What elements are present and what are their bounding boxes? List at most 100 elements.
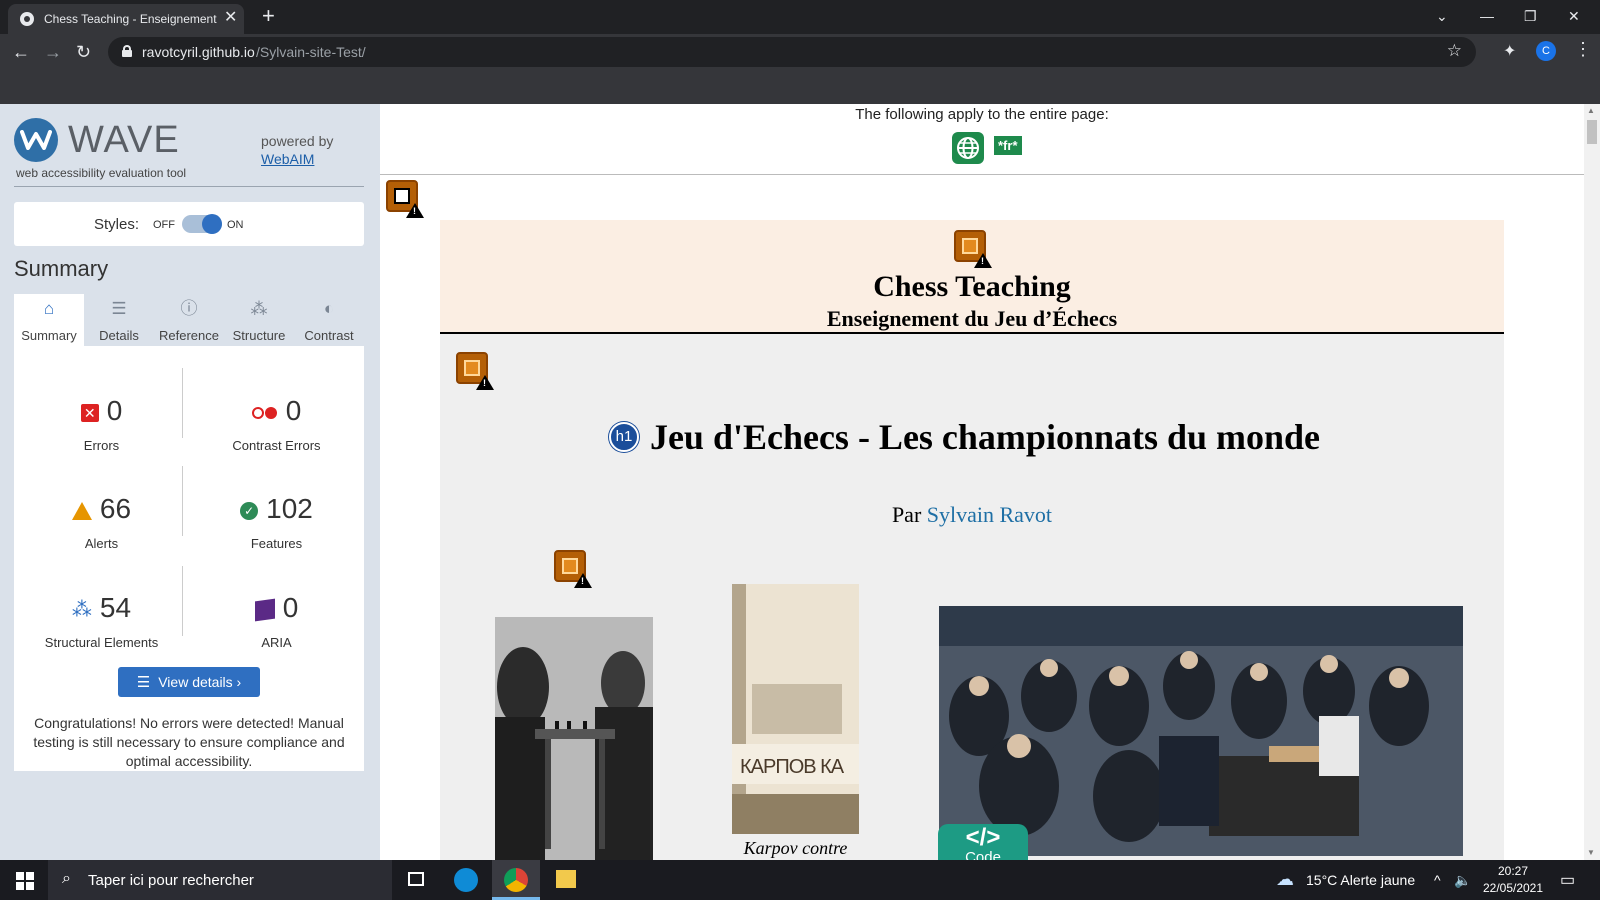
- wave-sidebar: WAVE web accessibility evaluation tool p…: [0, 104, 380, 860]
- stat-aria[interactable]: 0 ARIA: [189, 583, 364, 673]
- stat-errors[interactable]: ✕ 0 Errors: [14, 386, 189, 476]
- task-view-icon[interactable]: [392, 860, 440, 900]
- wave-logo-text: WAVE: [68, 119, 180, 161]
- notification-icon[interactable]: ▭: [1560, 870, 1575, 890]
- warning-icon: [974, 253, 992, 268]
- error-icon: ✕: [80, 403, 99, 422]
- main-content: Chess Teaching Enseignement du Jeu d’Éch…: [440, 220, 1504, 860]
- tab-label: Reference: [159, 328, 219, 343]
- site-header: Chess Teaching Enseignement du Jeu d’Éch…: [440, 220, 1504, 334]
- press-photo: [939, 606, 1463, 856]
- powered-by: powered by WebAIM: [261, 132, 333, 168]
- toggle-knob: [202, 214, 222, 234]
- extensions-puzzle-icon[interactable]: ✦: [1503, 41, 1516, 61]
- address-bar[interactable]: ravotcyril.github.io /Sylvain-site-Test/…: [108, 37, 1476, 67]
- wave-logo-icon: [14, 118, 58, 162]
- view-details-label: View details ›: [158, 674, 242, 690]
- alerts-label: Alerts: [84, 536, 119, 551]
- clock-date: 22/05/2021: [1482, 881, 1544, 895]
- reload-icon[interactable]: ↻: [76, 41, 91, 63]
- aria-cube-icon: [254, 598, 275, 622]
- tray-chevron-icon[interactable]: ^: [1434, 872, 1441, 888]
- edge-logo: [454, 868, 478, 892]
- page-scrollbar[interactable]: ▲ ▼: [1584, 104, 1600, 860]
- scroll-up-icon[interactable]: ▲: [1587, 106, 1595, 115]
- divider: [14, 186, 364, 187]
- warning-icon: [476, 375, 494, 390]
- byline-prefix: Par: [891, 502, 927, 527]
- karpov-photo: КАРПОВ КА: [732, 584, 859, 834]
- stat-contrast-errors[interactable]: 0 Contrast Errors: [189, 386, 364, 476]
- scroll-down-icon[interactable]: ▼: [1587, 848, 1595, 857]
- chrome-icon[interactable]: [492, 860, 540, 900]
- feature-check-icon: ✓: [240, 501, 259, 520]
- restore-icon[interactable]: ❐: [1524, 4, 1537, 28]
- stat-structural[interactable]: ⁂ 54 Structural Elements: [14, 583, 189, 673]
- code-view-button[interactable]: </> Code: [938, 824, 1028, 860]
- stat-features[interactable]: ✓ 102 Features: [189, 484, 364, 574]
- warning-icon: [574, 573, 592, 588]
- list-icon: ☰: [136, 674, 151, 691]
- tab-summary[interactable]: ⌂ Summary: [14, 294, 84, 346]
- tab-details[interactable]: ☰ Details: [84, 294, 154, 346]
- new-tab-button[interactable]: +: [262, 4, 275, 28]
- alerts-count: 66: [99, 493, 132, 524]
- close-window-icon[interactable]: ✕: [1568, 4, 1580, 28]
- layout-table-alert-icon[interactable]: [554, 550, 592, 588]
- tab-search-icon[interactable]: ⌄: [1436, 4, 1448, 28]
- divider: [380, 174, 1584, 175]
- browser-tab[interactable]: Chess Teaching - Enseignement du Jeu d'É…: [8, 4, 244, 34]
- contrast-error-icon: [251, 406, 278, 420]
- close-tab-icon[interactable]: ✕: [224, 9, 237, 27]
- bookmark-star-icon[interactable]: ☆: [1447, 41, 1462, 61]
- forward-icon[interactable]: →: [44, 41, 62, 63]
- broken-image-alert-icon[interactable]: [386, 180, 424, 218]
- scroll-thumb[interactable]: [1587, 120, 1597, 144]
- tab-title: Chess Teaching - Enseignement du Jeu d'É…: [44, 12, 220, 26]
- layout-table-alert-icon[interactable]: [954, 230, 992, 268]
- edge-icon[interactable]: [442, 860, 490, 900]
- minimize-icon[interactable]: —: [1480, 4, 1494, 28]
- tab-reference[interactable]: ⓘ Reference: [154, 294, 224, 346]
- weather-text[interactable]: 15°C Alerte jaune: [1306, 872, 1415, 888]
- volume-icon[interactable]: 🔈: [1454, 872, 1471, 889]
- file-explorer-icon[interactable]: [542, 860, 590, 900]
- windows-start-icon[interactable]: [16, 872, 34, 890]
- profile-avatar[interactable]: C: [1536, 41, 1556, 61]
- photo-sign-text: КАРПОВ КА: [740, 756, 844, 778]
- congrats-message: Congratulations! No errors were detected…: [33, 715, 345, 769]
- taskbar-search[interactable]: ⌕ Taper ici pour rechercher: [48, 860, 392, 900]
- tab-label: Summary: [21, 328, 77, 343]
- clock-time: 20:27: [1497, 864, 1529, 878]
- table-frame: [464, 360, 480, 376]
- apply-text: The following apply to the entire page:: [855, 106, 1109, 123]
- wave-tabs: ⌂ Summary ☰ Details ⓘ Reference ⁂ Struct…: [14, 294, 364, 346]
- language-badge[interactable]: *fr*: [994, 136, 1022, 155]
- tab-structure[interactable]: ⁂ Structure: [224, 294, 294, 346]
- styles-toggle[interactable]: [182, 214, 222, 234]
- browser-tab-strip: Chess Teaching - Enseignement du Jeu d'É…: [0, 0, 1600, 34]
- photo-caption: Karpov contre: [743, 838, 848, 858]
- powered-by-label: powered by: [261, 133, 334, 149]
- stat-alerts[interactable]: 66 Alerts: [14, 484, 189, 574]
- contrast-errors-label: Contrast Errors: [232, 438, 321, 453]
- layout-table-alert-icon[interactable]: [456, 352, 494, 390]
- list-icon: ☰: [111, 299, 127, 318]
- taskbar-clock[interactable]: 20:27 22/05/2021: [1478, 863, 1548, 897]
- back-icon[interactable]: ←: [12, 41, 30, 63]
- language-globe-icon[interactable]: [952, 132, 984, 164]
- menu-kebab-icon[interactable]: ⋮: [1574, 39, 1592, 60]
- url-path: /Sylvain-site-Test/: [256, 44, 366, 60]
- code-label: Code: [965, 849, 1001, 861]
- windows-taskbar: ⌕ Taper ici pour rechercher ☁ 15°C Alert…: [0, 860, 1600, 900]
- table-frame: [962, 238, 978, 254]
- weather-cloud-icon[interactable]: ☁: [1276, 869, 1294, 890]
- errors-label: Errors: [83, 438, 120, 453]
- webaim-link[interactable]: WebAIM: [261, 151, 314, 167]
- toggle-on-label: ON: [227, 219, 244, 231]
- tab-contrast[interactable]: ◐ Contrast: [294, 294, 364, 346]
- styles-label: Styles:: [94, 216, 140, 233]
- view-details-button[interactable]: ☰ View details ›: [118, 667, 260, 697]
- aria-label: ARIA: [261, 635, 292, 650]
- author-link[interactable]: Sylvain Ravot: [927, 502, 1052, 527]
